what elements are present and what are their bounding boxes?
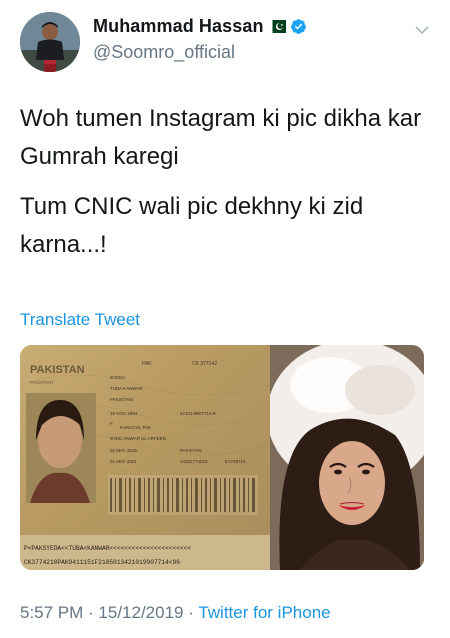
passport-page: PAKISTAN PASSPORT PAK CK 377142 SYEDA TU… [20, 361, 270, 570]
meta-separator: · [183, 603, 199, 622]
pakistan-flag-icon [267, 20, 286, 33]
passport-image: PAKISTAN PASSPORT PAK CK 377142 SYEDA TU… [20, 345, 270, 570]
translate-tweet-link[interactable]: Translate Tweet [20, 310, 140, 330]
passport-surname: SYEDA [110, 375, 125, 380]
passport-place: KARACHI, PAK [120, 425, 151, 430]
passport-authority: PAKISTAN [180, 448, 202, 453]
tweet-line: Tum CNIC wali pic dekhny ki zid karna...… [20, 193, 364, 258]
passport-expiry: 01 MAY 2021 [110, 459, 137, 464]
tweet-client-link[interactable]: Twitter for iPhone [198, 603, 330, 622]
passport-issue: 02 MAY 2016 [110, 448, 137, 453]
selfie-photo [270, 345, 424, 570]
passport-mrz-line-1: P<PAKSYEDA<<TUBA<KANWAR<<<<<<<<<<<<<<<<<… [24, 545, 191, 552]
meta-separator: · [83, 603, 99, 622]
tweet-date[interactable]: 15/12/2019 [98, 603, 183, 622]
passport-type: PASSPORT [30, 380, 54, 385]
profile-photo [20, 12, 80, 72]
passport-country: PAKISTAN [30, 364, 85, 376]
passport-mrz-line-2: CK3774210PAK9411151F2105013421019907714<… [24, 559, 180, 566]
passport-cnic: 42101-9907714-8 [180, 411, 216, 416]
passport-field-pak: PAK [142, 361, 152, 367]
tweet-line: Woh tumen Instagram ki pic dikha kar Gum… [20, 105, 422, 170]
tweet-media[interactable]: PAKISTAN PASSPORT PAK CK 377142 SYEDA TU… [20, 345, 424, 570]
avatar[interactable] [20, 12, 80, 72]
passport-given-name: TUBA KANWAR [110, 386, 143, 391]
tweet-time[interactable]: 5:57 PM [20, 603, 83, 622]
name-row: Muhammad Hassan [93, 16, 307, 37]
tweet-header: Muhammad Hassan @Soomro_official [20, 12, 440, 72]
passport-father: SYED ANWAR UL ARFEEN [110, 436, 166, 441]
user-handle[interactable]: @Soomro_official [93, 42, 235, 63]
display-name[interactable]: Muhammad Hassan [93, 16, 264, 37]
passport-tracking: 10321774015 [180, 459, 208, 464]
passport-nationality: PAKISTANI [110, 397, 133, 402]
passport-number: CK 377142 [192, 361, 217, 367]
verified-badge-icon [290, 19, 306, 34]
passport-sex: F [110, 421, 113, 426]
passport-dob: 15 NOV 1994 [110, 411, 138, 416]
tweet-meta: 5:57 PM · 15/12/2019 · Twitter for iPhon… [20, 603, 331, 623]
tweet-text: Woh tumen Instagram ki pic dikha kar Gum… [20, 100, 430, 276]
passport-booklet: E7749715 [225, 459, 246, 464]
chevron-down-icon[interactable] [414, 22, 430, 38]
selfie-image [270, 345, 424, 570]
